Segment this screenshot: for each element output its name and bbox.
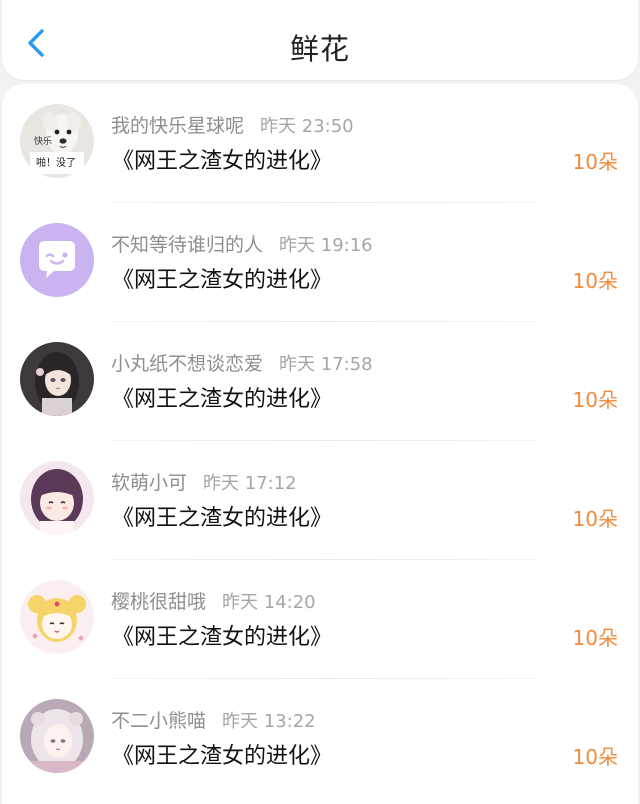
flower-amount: 10朵 (572, 150, 618, 174)
header-bar: 鲜花 (2, 0, 638, 80)
sender-info: 不知等待谁归的人 昨天 19:16 (111, 230, 373, 256)
list-item[interactable]: 小丸纸不想谈恋爱 昨天 17:58 《网王之渣女的进化》 10朵 (2, 322, 638, 441)
book-title: 《网王之渣女的进化》 (112, 268, 333, 293)
anime-girl-white-hair-icon (20, 699, 94, 773)
flower-record-list: 快乐 啪！没了 我的快乐星球呢 昨天 23:50 《网王之渣女的进化》 10朵 不… (2, 84, 638, 804)
anime-girl-purple-icon (20, 461, 94, 535)
sender-name: 樱桃很甜哦 (111, 591, 207, 613)
anime-girl-icon (20, 342, 94, 416)
sender-name: 不知等待谁归的人 (111, 234, 264, 256)
sender-name: 不二小熊喵 (111, 710, 207, 732)
list-item[interactable]: 樱桃很甜哦 昨天 14:20 《网王之渣女的进化》 10朵 (2, 560, 638, 679)
dog-meme-avatar-icon: 快乐 啪！没了 (20, 104, 94, 178)
chat-bubble-icon (20, 223, 94, 297)
sailor-moon-icon (20, 580, 94, 654)
book-title: 《网王之渣女的进化》 (112, 744, 333, 769)
book-title: 《网王之渣女的进化》 (112, 506, 333, 531)
flower-amount: 10朵 (572, 507, 618, 531)
list-item[interactable]: 软萌小可 昨天 17:12 《网王之渣女的进化》 10朵 (2, 441, 638, 560)
timestamp: 昨天 23:50 (260, 116, 354, 137)
sender-info: 我的快乐星球呢 昨天 23:50 (111, 111, 354, 137)
avatar[interactable] (20, 342, 94, 416)
avatar[interactable] (20, 580, 94, 654)
avatar[interactable] (20, 223, 94, 297)
list-item[interactable]: 不知等待谁归的人 昨天 19:16 《网王之渣女的进化》 10朵 (2, 203, 638, 322)
avatar[interactable]: 快乐 啪！没了 (20, 104, 94, 178)
page-title: 鲜花 (289, 32, 350, 66)
sender-name: 软萌小可 (111, 472, 188, 494)
timestamp: 昨天 19:16 (279, 235, 373, 256)
book-title: 《网王之渣女的进化》 (112, 149, 333, 174)
sender-info: 软萌小可 昨天 17:12 (111, 468, 297, 494)
book-title: 《网王之渣女的进化》 (112, 387, 333, 412)
timestamp: 昨天 14:20 (222, 592, 316, 613)
flower-amount: 10朵 (572, 269, 618, 293)
flower-amount: 10朵 (572, 388, 618, 412)
sender-info: 樱桃很甜哦 昨天 14:20 (111, 587, 316, 613)
timestamp: 昨天 13:22 (222, 711, 316, 732)
sender-name: 我的快乐星球呢 (111, 115, 245, 137)
avatar-caption: 快乐 (34, 135, 52, 147)
avatar[interactable] (20, 699, 94, 773)
list-item[interactable]: 快乐 啪！没了 我的快乐星球呢 昨天 23:50 《网王之渣女的进化》 10朵 (2, 84, 638, 203)
book-title: 《网王之渣女的进化》 (112, 625, 333, 650)
flower-amount: 10朵 (572, 745, 618, 769)
sender-name: 小丸纸不想谈恋爱 (111, 353, 264, 375)
sender-info: 小丸纸不想谈恋爱 昨天 17:58 (111, 349, 373, 375)
flower-amount: 10朵 (572, 626, 618, 650)
timestamp: 昨天 17:12 (203, 473, 297, 494)
list-item[interactable]: 不二小熊喵 昨天 13:22 《网王之渣女的进化》 10朵 (2, 679, 638, 798)
avatar[interactable] (20, 461, 94, 535)
avatar-caption: 啪！没了 (36, 156, 76, 169)
timestamp: 昨天 17:58 (279, 354, 373, 375)
sender-info: 不二小熊喵 昨天 13:22 (111, 706, 316, 732)
